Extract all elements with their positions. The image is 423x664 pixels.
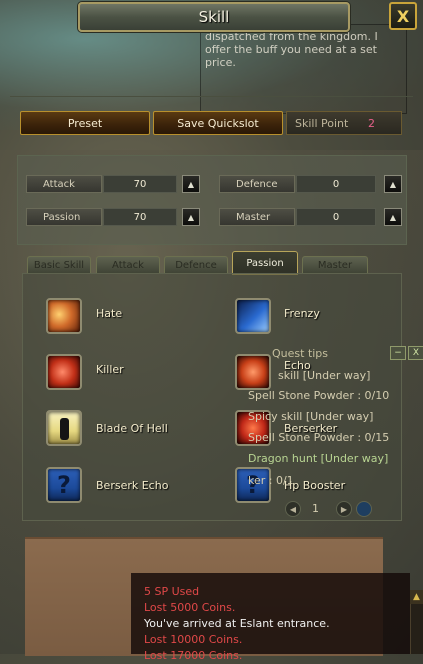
npc-dialog-text: dispatched from the kingdom. I offer the… [205, 30, 378, 69]
quest-line: Spell Stone Powder : 0/15 [248, 431, 390, 444]
attack-increase-button[interactable]: ▲ [182, 175, 200, 193]
hate-skill-icon[interactable] [46, 298, 82, 334]
up-arrow-icon: ▲ [187, 212, 195, 222]
quest-toggle-button[interactable] [356, 501, 372, 517]
arrow-left-icon: ◀ [289, 504, 297, 514]
skill-point-value: 2 [368, 116, 375, 130]
blade-of-hell-skill-icon[interactable] [46, 410, 82, 446]
tab-master[interactable]: Master [302, 256, 368, 274]
quest-page-number: 1 [312, 502, 319, 515]
chat-line: You've arrived at Eslant entrance. [144, 617, 330, 630]
stat-attack-value: 70 [103, 175, 177, 193]
tab-passion[interactable]: Passion [232, 251, 298, 275]
chat-line: Lost 5000 Coins. [144, 601, 236, 614]
quest-line[interactable]: Dragon hunt [Under way] [248, 452, 388, 465]
stat-attack-label: Attack [26, 175, 102, 193]
close-button[interactable]: X [389, 2, 417, 30]
minus-icon: − [394, 348, 402, 358]
echo-skill-icon[interactable] [235, 354, 271, 390]
window-title: Skill [198, 8, 230, 26]
up-arrow-icon: ▲ [413, 592, 420, 602]
up-arrow-icon: ▲ [389, 179, 397, 189]
skill-name-killer: Killer [96, 363, 124, 376]
window-title-bar[interactable]: Skill [78, 2, 350, 32]
skill-name-frenzy: Frenzy [284, 307, 320, 320]
killer-skill-icon[interactable] [46, 354, 82, 390]
preset-button-label: Preset [67, 116, 103, 130]
arrow-right-icon: ▶ [340, 504, 348, 514]
skill-name-berserk-echo: Berserk Echo [96, 479, 169, 492]
close-icon: X [396, 6, 410, 26]
tab-defence[interactable]: Defence [164, 256, 228, 274]
tab-attack[interactable]: Attack [96, 256, 160, 274]
berserk-echo-skill-icon[interactable]: ? [46, 467, 82, 503]
question-mark-icon: ? [57, 471, 71, 499]
skill-point-label: Skill Point [295, 116, 349, 130]
quest-line: ker : 0/1 [248, 474, 294, 487]
chat-log: 5 SP Used Lost 5000 Coins. You've arrived … [131, 573, 410, 662]
quest-prev-page-button[interactable]: ◀ [285, 501, 301, 517]
up-arrow-icon: ▲ [389, 212, 397, 222]
preset-button[interactable]: Preset [20, 111, 150, 135]
quest-next-page-button[interactable]: ▶ [336, 501, 352, 517]
stat-panel [17, 155, 407, 245]
skill-point-display: Skill Point 2 [286, 111, 402, 135]
stat-master-label: Master [219, 208, 295, 226]
quest-line: Spell Stone Powder : 0/10 [248, 389, 390, 402]
stat-defence-label: Defence [219, 175, 295, 193]
quest-line[interactable]: skill [Under way] [278, 369, 370, 382]
skill-name-blade-of-hell: Blade Of Hell [96, 422, 168, 435]
stat-master-value: 0 [296, 208, 376, 226]
quest-minimize-button[interactable]: − [390, 346, 406, 360]
chat-scroll-up-button[interactable]: ▲ [410, 590, 423, 604]
master-increase-button[interactable]: ▲ [384, 208, 402, 226]
stat-defence-value: 0 [296, 175, 376, 193]
frame-divider [10, 96, 413, 97]
chat-line: Lost 17000 Coins. [144, 649, 243, 662]
close-icon: X [412, 348, 420, 358]
chat-line: 5 SP Used [144, 585, 200, 598]
frenzy-skill-icon[interactable] [235, 298, 271, 334]
up-arrow-icon: ▲ [187, 179, 195, 189]
passion-increase-button[interactable]: ▲ [182, 208, 200, 226]
quest-close-button[interactable]: X [408, 346, 423, 360]
save-quickslot-button[interactable]: Save Quickslot [153, 111, 283, 135]
stat-passion-value: 70 [103, 208, 177, 226]
quest-tips-title: Quest tips [272, 347, 329, 360]
skill-name-hate: Hate [96, 307, 123, 320]
stat-passion-label: Passion [26, 208, 102, 226]
save-quickslot-button-label: Save Quickslot [177, 116, 259, 130]
tab-basic-skill[interactable]: Basic Skill [27, 256, 91, 274]
quest-line[interactable]: Spicy skill [Under way] [248, 410, 373, 423]
chat-line: Lost 10000 Coins. [144, 633, 243, 646]
defence-increase-button[interactable]: ▲ [384, 175, 402, 193]
